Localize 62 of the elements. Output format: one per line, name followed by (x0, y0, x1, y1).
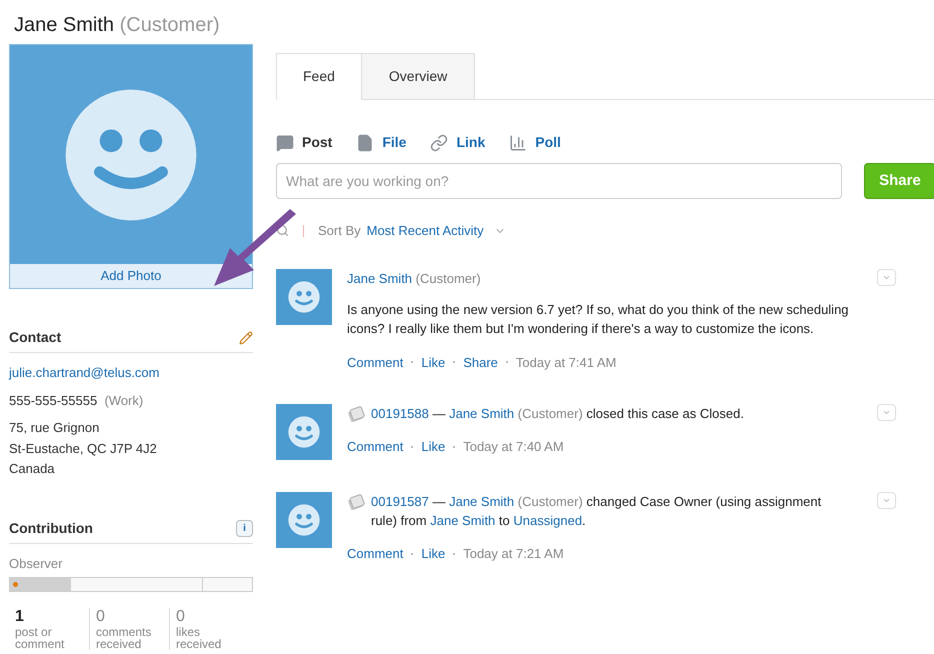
link[interactable]: Jane Smith (430, 513, 496, 528)
tab[interactable]: Feed (276, 53, 362, 100)
address-line: St-Eustache, QC J7P 4J2 (9, 440, 158, 458)
edit-icon[interactable] (239, 330, 253, 344)
link[interactable]: 00191588 (371, 406, 429, 421)
composer-option[interactable]: Post (276, 132, 332, 153)
page-title: Jane Smith (Customer) (13, 13, 221, 38)
link[interactable]: Jane Smith (449, 406, 514, 421)
caret-icon (882, 496, 891, 505)
link[interactable]: Unassigned (513, 513, 582, 528)
link-icon (430, 134, 448, 152)
bar-chart-icon (509, 134, 528, 152)
action-link[interactable]: Comment (347, 544, 404, 564)
address-line: Canada (9, 460, 56, 478)
file-icon (356, 134, 374, 152)
address-line: 75, rue Grignon (9, 419, 100, 437)
stat-count: 0 (96, 608, 106, 626)
action-link[interactable]: Comment (347, 352, 404, 372)
section-title: Contribution (9, 518, 93, 538)
composer-option[interactable]: Poll (509, 132, 561, 153)
composer-option[interactable]: Link (430, 132, 486, 153)
feed-header: 00191587 — Jane Smith (Customer) changed Case Owner (using assignment rule) from Jane Smith to Unassigned. (371, 493, 822, 530)
case-icon (347, 405, 365, 423)
timestamp: Today at 7:41 AM (516, 354, 616, 372)
link[interactable]: Jane Smith (347, 270, 412, 286)
caret-icon (882, 408, 891, 417)
email-link[interactable]: julie.chartrand@telus.com (9, 363, 253, 382)
link[interactable]: Jane Smith (449, 494, 514, 509)
level-name: Observer (9, 554, 64, 572)
action-link[interactable]: Like (421, 352, 446, 372)
stat-label: post or comment (15, 626, 66, 650)
sort-label: Sort By (318, 222, 361, 240)
post-input[interactable]: What are you working on? (276, 163, 842, 199)
smiley-icon (287, 415, 321, 449)
case-icon (347, 493, 365, 511)
link[interactable]: 00191587 (371, 494, 429, 509)
menu-button[interactable] (877, 268, 896, 286)
stat-count: 1 (15, 608, 25, 626)
action-link[interactable]: Like (421, 437, 446, 456)
timestamp: Today at 7:40 AM (463, 438, 564, 456)
add-photo-button[interactable]: Add Photo (10, 264, 252, 288)
stat-count: 0 (176, 608, 186, 626)
timestamp: Today at 7:21 AM (463, 545, 564, 563)
tab[interactable]: Overview (362, 53, 476, 100)
menu-button[interactable] (877, 404, 896, 421)
feed-header: 00191588 — Jane Smith (Customer) closed this case as Closed. (371, 405, 744, 423)
speech-bubble-icon (276, 134, 294, 152)
info-button[interactable]: i (236, 520, 253, 536)
stat-label: comments received (96, 626, 152, 650)
menu-button[interactable] (877, 492, 896, 509)
action-link[interactable]: Comment (347, 437, 404, 456)
phone-number: 555-555-55555 (Work) (9, 392, 144, 410)
action-link[interactable]: Like (421, 544, 446, 564)
feed-header: Jane Smith (Customer) (347, 270, 481, 288)
smiley-icon (287, 503, 321, 537)
action-link[interactable]: Share (463, 352, 498, 372)
post-body: Is anyone using the new version 6.7 yet? If so, what do you think of the new scheduling icons? I really like them but I'm wondering if there's a way to customize the icons. (347, 300, 850, 338)
stat-label: likes received (176, 626, 222, 650)
composer-option[interactable]: File (356, 132, 406, 153)
section-title: Contact (9, 328, 62, 347)
sort-dropdown[interactable]: Most Recent Activity (366, 221, 506, 240)
smiley-icon (287, 280, 321, 314)
